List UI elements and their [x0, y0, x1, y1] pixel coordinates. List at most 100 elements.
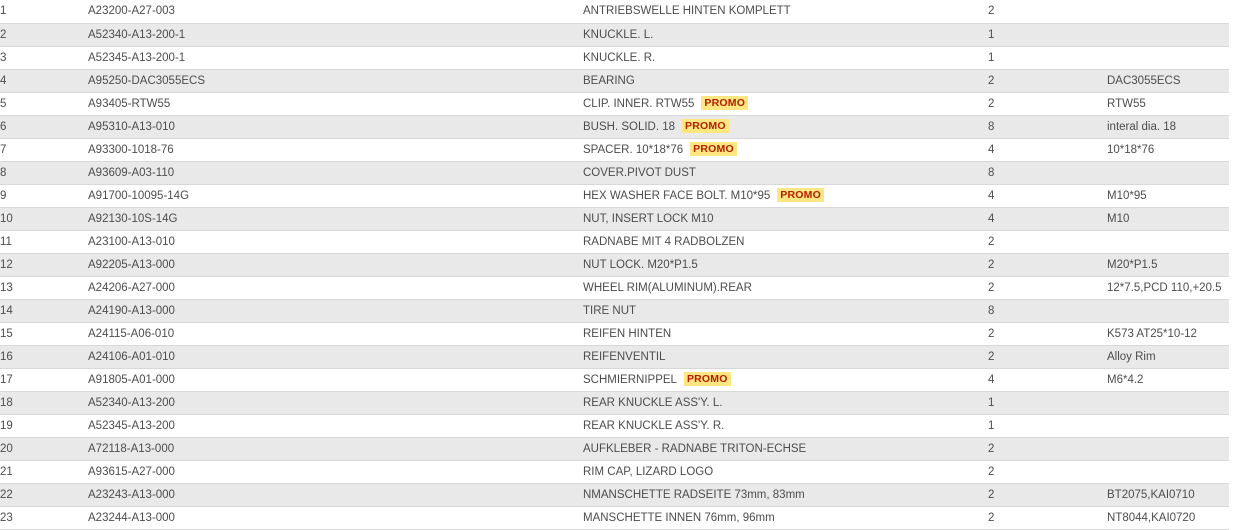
part-number-cell[interactable]: A52340-A13-200 [88, 391, 583, 416]
part-number-cell[interactable]: A23100-A13-010 [88, 230, 583, 254]
description-text: BUSH. SOLID. 18 [583, 120, 676, 133]
description-text: KNUCKLE. R. [583, 51, 656, 64]
quantity-cell: 2 [988, 460, 1107, 485]
table-row[interactable]: 23 A23244-A13-000 MANSCHETTE INNEN 76mm, 9… [0, 506, 1229, 530]
note-cell [1107, 161, 1229, 185]
part-number-cell[interactable]: A91805-A01-000 [88, 368, 583, 393]
row-index-cell: 10 [0, 207, 88, 231]
row-index-cell: 23 [0, 506, 88, 530]
part-number-cell[interactable]: A93300-1018-76 [88, 138, 583, 162]
part-number-cell[interactable]: A52340-A13-200-1 [88, 23, 583, 47]
description-text: KNUCKLE. L. [583, 28, 654, 41]
quantity-cell: 2 [988, 69, 1107, 93]
row-index-cell: 1 [0, 0, 88, 24]
row-index-cell: 21 [0, 460, 88, 485]
part-number-cell[interactable]: A24206-A27-000 [88, 276, 583, 300]
table-row[interactable]: 18 A52340-A13-200 REAR KNUCKLE ASS'Y. L. 1 [0, 391, 1229, 416]
description-cell: SPACER. 10*18*76 PROMO [583, 138, 988, 162]
table-row[interactable]: 5 A93405-RTW55 CLIP. INNER. RTW55 PROMO 2 RTW… [0, 92, 1229, 116]
note-cell [1107, 391, 1229, 416]
quantity-cell: 8 [988, 161, 1107, 185]
table-row[interactable]: 2 A52340-A13-200-1 KNUCKLE. L. 1 [0, 23, 1229, 47]
table-row[interactable]: 10 A92130-10S-14G NUT, INSERT LOCK M10 4 M10 [0, 207, 1229, 231]
parts-table-body: 1 A23200-A27-003 ANTRIEBSWELLE HINTEN KOMP… [0, 0, 1229, 530]
note-cell [1107, 437, 1229, 462]
quantity-cell: 2 [988, 230, 1107, 254]
row-index-cell: 4 [0, 69, 88, 93]
part-number-cell[interactable]: A24106-A01-010 [88, 345, 583, 369]
part-number-cell[interactable]: A93405-RTW55 [88, 92, 583, 116]
part-number-cell[interactable]: A92205-A13-000 [88, 253, 583, 277]
description-cell: REIFENVENTIL [583, 345, 988, 369]
part-number-cell[interactable]: A72118-A13-000 [88, 437, 583, 462]
part-number-cell[interactable]: A95310-A13-010 [88, 115, 583, 139]
table-row[interactable]: 15 A24115-A06-010 REIFEN HINTEN 2 K573 AT25*… [0, 322, 1229, 346]
row-index-cell: 11 [0, 230, 88, 254]
part-number-cell[interactable]: A91700-10095-14G [88, 184, 583, 208]
part-number-cell[interactable]: A24115-A06-010 [88, 322, 583, 346]
description-cell: ANTRIEBSWELLE HINTEN KOMPLETT [583, 0, 988, 24]
part-number-cell[interactable]: A23200-A27-003 [88, 0, 583, 24]
table-row[interactable]: 1 A23200-A27-003 ANTRIEBSWELLE HINTEN KOMP… [0, 0, 1229, 24]
description-text: HEX WASHER FACE BOLT. M10*95 [583, 189, 771, 202]
note-cell: M6*4.2 [1107, 368, 1229, 393]
table-row[interactable]: 13 A24206-A27-000 WHEEL RIM(ALUMINUM).REAR… [0, 276, 1229, 300]
description-cell: NMANSCHETTE RADSEITE 73mm, 83mm [583, 483, 988, 508]
description-text: RIM CAP, LIZARD LOGO [583, 466, 714, 479]
description-cell: CLIP. INNER. RTW55 PROMO [583, 92, 988, 116]
promo-badge: PROMO [701, 95, 749, 110]
part-number-cell[interactable]: A52345-A13-200 [88, 414, 583, 439]
description-text: CLIP. INNER. RTW55 [583, 97, 695, 110]
quantity-cell: 2 [988, 253, 1107, 277]
table-row[interactable]: 11 A23100-A13-010 RADNABE MIT 4 RADBOLZEN 2 [0, 230, 1229, 254]
note-cell: Alloy Rim [1107, 345, 1229, 369]
note-cell [1107, 460, 1229, 485]
note-cell: BT2075,KAI0710 [1107, 483, 1229, 508]
table-row[interactable]: 12 A92205-A13-000 NUT LOCK. M20*P1.5 2 M20*P… [0, 253, 1229, 277]
note-cell [1107, 230, 1229, 254]
part-number-cell[interactable]: A23243-A13-000 [88, 483, 583, 508]
part-number-cell[interactable]: A95250-DAC3055ECS [88, 69, 583, 93]
note-cell: K573 AT25*10-12 [1107, 322, 1229, 346]
description-text: REAR KNUCKLE ASS'Y. R. [583, 420, 725, 433]
table-row[interactable]: 19 A52345-A13-200 REAR KNUCKLE ASS'Y. R. 1 [0, 414, 1229, 439]
part-number-cell[interactable]: A92130-10S-14G [88, 207, 583, 231]
row-index-cell: 8 [0, 161, 88, 185]
note-cell: M10 [1107, 207, 1229, 231]
part-number-cell[interactable]: A23244-A13-000 [88, 506, 583, 530]
quantity-cell: 2 [988, 483, 1107, 508]
description-cell: AUFKLEBER - RADNABE TRITON-ECHSE [583, 437, 988, 462]
description-cell: RADNABE MIT 4 RADBOLZEN [583, 230, 988, 254]
part-number-cell[interactable]: A93609-A03-110 [88, 161, 583, 185]
table-row[interactable]: 9 A91700-10095-14G HEX WASHER FACE BOLT. M… [0, 184, 1229, 208]
table-row[interactable]: 7 A93300-1018-76 SPACER. 10*18*76 PROMO 4 10*… [0, 138, 1229, 162]
table-row[interactable]: 6 A95310-A13-010 BUSH. SOLID. 18 PROMO 8 inte… [0, 115, 1229, 139]
note-cell: NT8044,KAI0720 [1107, 506, 1229, 530]
table-row[interactable]: 21 A93615-A27-000 RIM CAP, LIZARD LOGO 2 [0, 460, 1229, 485]
promo-badge: PROMO [690, 141, 737, 156]
description-text: TIRE NUT [583, 304, 637, 317]
table-row[interactable]: 20 A72118-A13-000 AUFKLEBER - RADNABE TRIT… [0, 437, 1229, 462]
part-number-cell[interactable]: A24190-A13-000 [88, 299, 583, 323]
table-row[interactable]: 3 A52345-A13-200-1 KNUCKLE. R. 1 [0, 46, 1229, 70]
parts-list-panel: 1 A23200-A27-003 ANTRIEBSWELLE HINTEN KOMP… [0, 0, 1233, 530]
note-cell [1107, 0, 1229, 24]
promo-badge: PROMO [777, 187, 824, 202]
table-row[interactable]: 4 A95250-DAC3055ECS BEARING 2 DAC3055ECS [0, 69, 1229, 93]
table-row[interactable]: 14 A24190-A13-000 TIRE NUT 8 [0, 299, 1229, 323]
description-text: RADNABE MIT 4 RADBOLZEN [583, 235, 745, 248]
table-row[interactable]: 16 A24106-A01-010 REIFENVENTIL 2 Alloy Rim [0, 345, 1229, 369]
quantity-cell: 4 [988, 368, 1107, 393]
part-number-cell[interactable]: A52345-A13-200-1 [88, 46, 583, 70]
quantity-cell: 2 [988, 322, 1107, 346]
table-row[interactable]: 22 A23243-A13-000 NMANSCHETTE RADSEITE 73m… [0, 483, 1229, 508]
table-row[interactable]: 17 A91805-A01-000 SCHMIERNIPPEL PROMO 4 M6*4.… [0, 368, 1229, 393]
part-number-cell[interactable]: A93615-A27-000 [88, 460, 583, 485]
row-index-cell: 5 [0, 92, 88, 116]
table-row[interactable]: 8 A93609-A03-110 COVER.PIVOT DUST 8 [0, 161, 1229, 185]
description-text: AUFKLEBER - RADNABE TRITON-ECHSE [583, 443, 807, 456]
note-cell: RTW55 [1107, 92, 1229, 116]
row-index-cell: 9 [0, 184, 88, 208]
description-cell: RIM CAP, LIZARD LOGO [583, 460, 988, 485]
quantity-cell: 4 [988, 184, 1107, 208]
